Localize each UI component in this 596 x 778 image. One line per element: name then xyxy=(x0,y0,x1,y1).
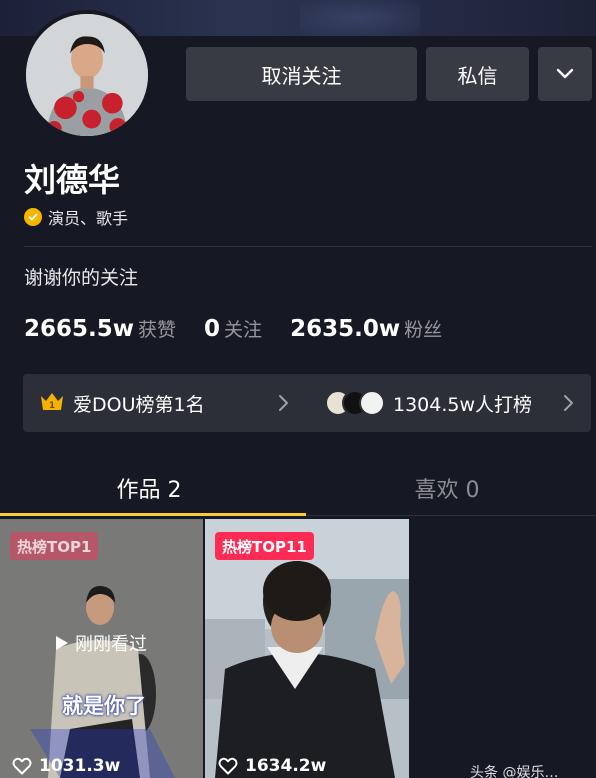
dou-rank-link[interactable]: 1 爱DOU榜第1名 xyxy=(39,374,205,432)
following-count[interactable]: 0 xyxy=(204,316,220,342)
followers-count[interactable]: 2635.0w xyxy=(290,316,400,342)
supporter-avatars xyxy=(325,390,385,416)
rank-bar: 1 爱DOU榜第1名 1304.5w人打榜 xyxy=(23,374,591,432)
just-watched-label: 刚刚看过 xyxy=(75,634,147,655)
likes-label: 获赞 xyxy=(138,319,177,341)
divider xyxy=(24,246,592,247)
verification-text: 演员、歌手 xyxy=(48,209,129,228)
video-likes-count: 1634.2w xyxy=(245,756,327,776)
message-button-label: 私信 xyxy=(457,63,498,88)
profile-signature: 谢谢你的关注 xyxy=(24,267,139,289)
verification-row: 演员、歌手 xyxy=(24,205,128,229)
likes-count[interactable]: 2665.5w xyxy=(24,316,134,342)
video-likes-count: 1031.3w xyxy=(39,756,121,776)
video-likes: 1634.2w xyxy=(218,756,326,776)
tab-works[interactable]: 作品 2 xyxy=(0,460,298,516)
unfollow-button-label: 取消关注 xyxy=(261,63,342,88)
supporters-link[interactable]: 1304.5w人打榜 xyxy=(325,374,532,432)
watermark: 头条 @娱乐… xyxy=(470,765,559,778)
dou-rank-label: 爱DOU榜第1名 xyxy=(73,393,205,416)
chevron-down-icon xyxy=(556,68,574,79)
following-label: 关注 xyxy=(224,319,263,341)
profile-stats: 2665.5w 获赞 0 关注 2635.0w 粉丝 xyxy=(24,315,470,342)
followers-label: 粉丝 xyxy=(404,319,443,341)
tab-likes[interactable]: 喜欢 0 xyxy=(298,460,596,516)
hot-rank-tag: 热榜TOP1 xyxy=(10,532,99,560)
play-icon xyxy=(56,636,68,650)
more-options-button[interactable] xyxy=(538,47,592,101)
active-tab-indicator xyxy=(0,513,306,516)
video-likes: 1031.3w xyxy=(12,756,120,776)
verified-badge-icon xyxy=(24,208,42,226)
avatar-image xyxy=(26,14,148,136)
video-thumbnail[interactable]: 热榜TOP11 xyxy=(205,519,409,778)
heart-icon xyxy=(218,757,238,775)
just-watched-overlay: 刚刚看过 xyxy=(55,630,147,656)
avatar[interactable] xyxy=(22,10,152,140)
video-caption: 就是你了 xyxy=(62,694,146,718)
crown-icon: 1 xyxy=(39,390,65,417)
profile-tabs: 作品 2 喜欢 0 xyxy=(0,460,596,516)
heart-icon xyxy=(12,757,32,775)
unfollow-button[interactable]: 取消关注 xyxy=(186,47,417,101)
supporter-avatar xyxy=(359,390,385,416)
chevron-right-icon xyxy=(564,395,573,411)
svg-text:1: 1 xyxy=(49,401,55,411)
chevron-right-icon xyxy=(279,395,288,411)
hot-rank-tag: 热榜TOP11 xyxy=(215,532,314,560)
profile-name: 刘德华 xyxy=(24,161,121,199)
message-button[interactable]: 私信 xyxy=(426,47,529,101)
supporters-label: 1304.5w人打榜 xyxy=(393,393,533,416)
